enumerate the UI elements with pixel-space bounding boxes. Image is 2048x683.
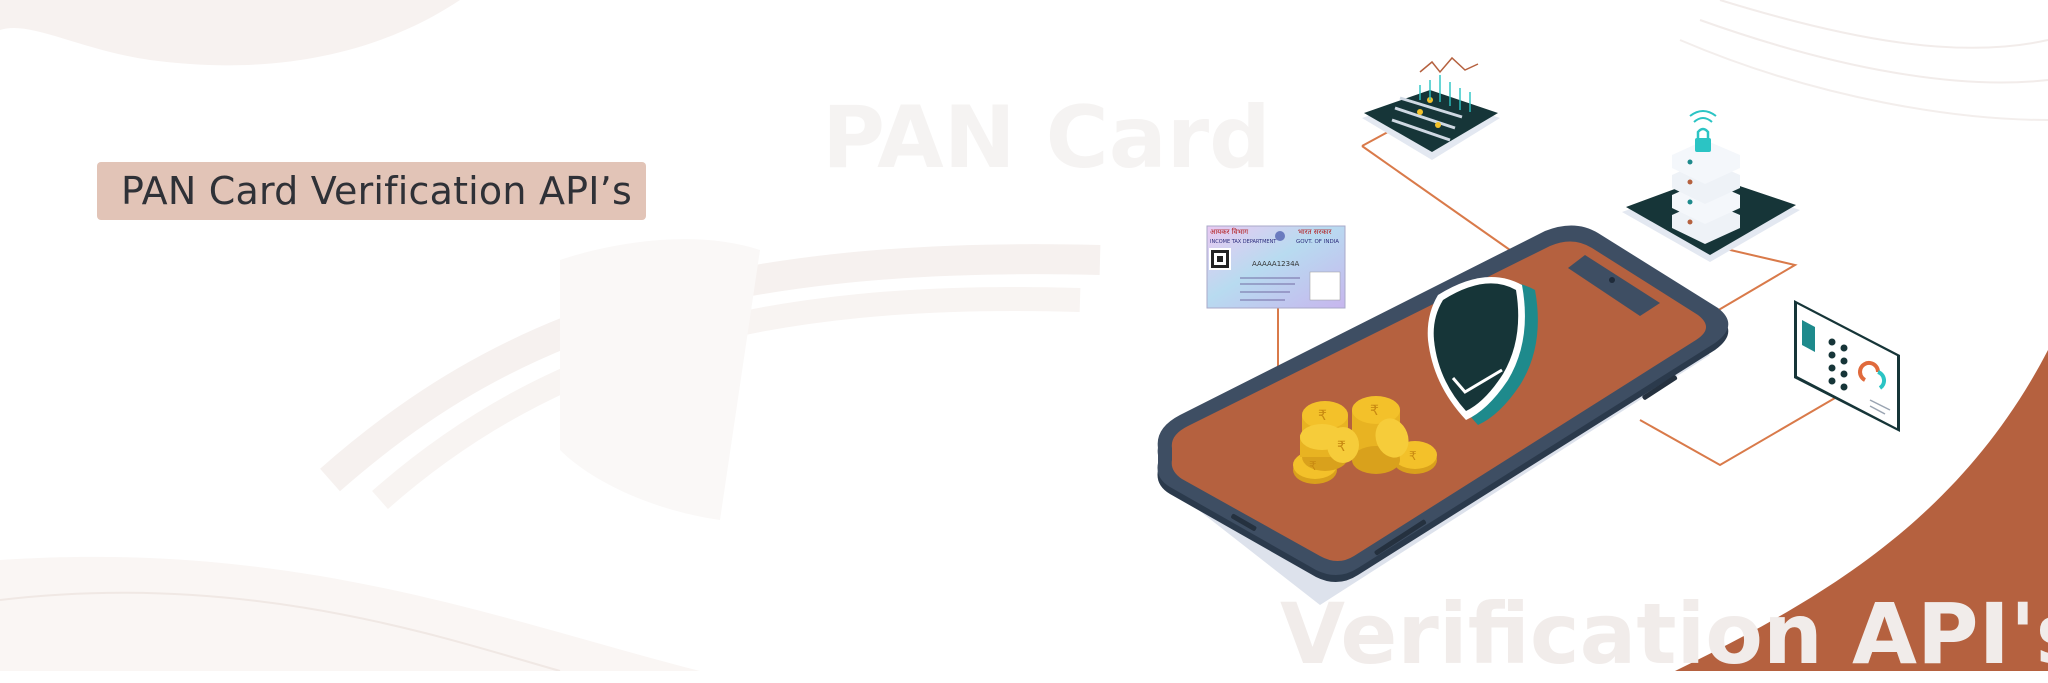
svg-text:₹: ₹ <box>1318 408 1327 424</box>
pan-card-right-header: भारत सरकार <box>1298 228 1332 236</box>
phone-illustration: ₹ ₹ ₹ ₹ ₹ आयकर विभाग INCOME TAX DEPARTME… <box>1157 56 1900 605</box>
svg-text:₹: ₹ <box>1370 403 1379 419</box>
analytics-platform <box>1362 56 1500 160</box>
pan-card-number: AAAAA1234A <box>1252 260 1300 268</box>
svg-text:₹: ₹ <box>1409 449 1417 463</box>
pan-card-left-header: आयकर विभाग <box>1210 227 1249 236</box>
svg-text:₹: ₹ <box>1337 439 1346 455</box>
server-lock-platform <box>1622 110 1800 262</box>
svg-text:₹: ₹ <box>1309 459 1317 473</box>
pan-card-right-subheader: GOVT. OF INDIA <box>1296 239 1339 245</box>
pan-card-left-subheader: INCOME TAX DEPARTMENT <box>1210 239 1277 245</box>
